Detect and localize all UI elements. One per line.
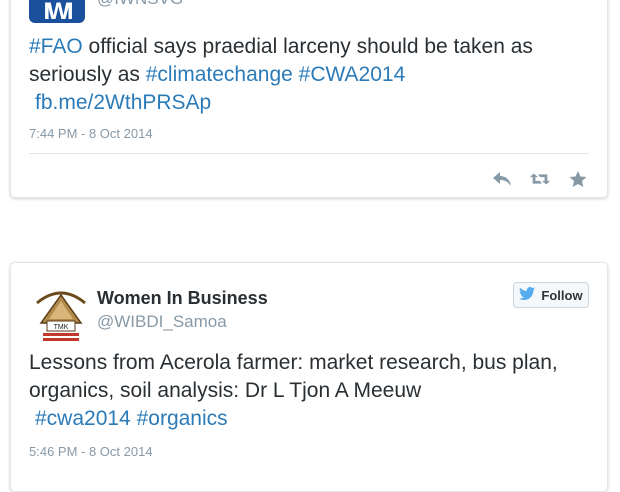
- hashtag-link[interactable]: #organics: [137, 407, 228, 430]
- tweet-handle[interactable]: @WIBDI_Samoa: [97, 312, 227, 332]
- avatar-logo-text: IWI: [43, 0, 74, 25]
- reply-icon[interactable]: [491, 169, 513, 189]
- tweet-actions: [491, 169, 589, 189]
- hashtag-link[interactable]: #cwa2014: [35, 407, 131, 430]
- tweet-author-name[interactable]: Women In Business: [97, 288, 268, 309]
- avatar[interactable]: IWI: [29, 0, 85, 25]
- retweet-icon[interactable]: [529, 169, 551, 189]
- url-link[interactable]: fb.me/2WthPRSAp: [35, 91, 211, 114]
- follow-button-label: Follow: [541, 287, 583, 303]
- tweet-text-segment: Lessons from Acerola farmer: market rese…: [29, 351, 558, 402]
- avatar[interactable]: TMK: [29, 281, 93, 345]
- hashtag-link[interactable]: #FAO: [29, 35, 83, 58]
- twitter-bird-icon: [519, 287, 536, 303]
- tweet-timestamp[interactable]: 5:46 PM - 8 Oct 2014: [29, 444, 153, 459]
- tweet-card: TMK Women In Business @WIBDI_Samoa Follo…: [10, 262, 608, 492]
- avatar-logo-text: TMK: [54, 324, 69, 331]
- hashtag-link[interactable]: #CWA2014: [299, 63, 406, 86]
- follow-button[interactable]: Follow: [513, 282, 589, 308]
- tweet-handle[interactable]: @IWNSVG: [97, 0, 183, 9]
- tweet-timestamp[interactable]: 7:44 PM - 8 Oct 2014: [29, 126, 153, 141]
- favorite-icon[interactable]: [567, 169, 589, 189]
- hashtag-link[interactable]: #climatechange: [146, 63, 293, 86]
- tweet-text: #FAO official says praedial larceny shou…: [29, 33, 589, 117]
- divider: [29, 153, 589, 154]
- tweet-card: IWI @IWNSVG #FAO official says praedial …: [10, 0, 608, 198]
- tweet-text: Lessons from Acerola farmer: market rese…: [29, 349, 589, 433]
